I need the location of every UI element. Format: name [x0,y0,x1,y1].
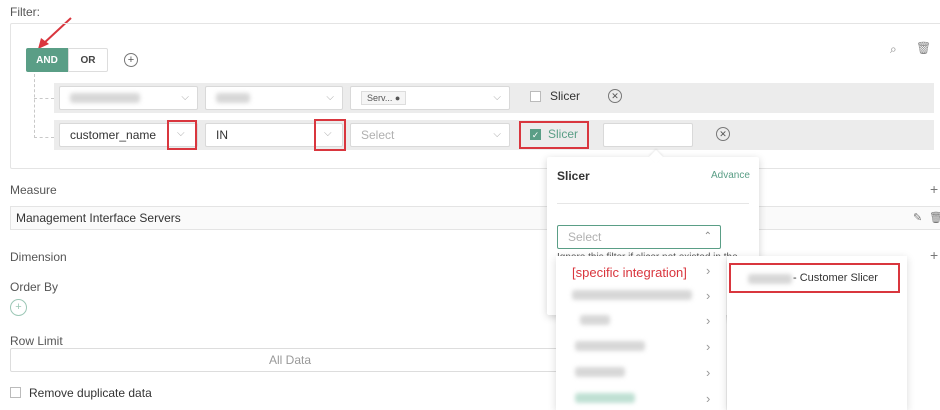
slicer-select-placeholder: Select [568,230,602,244]
add-dimension-icon[interactable]: + [930,247,938,263]
dropdown-item-label[interactable]: [specific integration] [572,265,687,280]
value-select[interactable]: Select ⌵ [350,123,510,147]
chevron-down-icon[interactable]: ⌵ [324,128,332,139]
chevron-right-icon: › [706,339,711,354]
row-limit-select[interactable]: All Data [10,348,570,372]
divider [557,203,749,204]
chevron-right-icon: › [706,391,711,406]
row-limit-label: Row Limit [10,334,63,348]
and-button[interactable]: AND [26,48,68,72]
chevron-down-icon: ⌵ [493,92,501,103]
chevron-right-icon: › [706,288,711,303]
delete-icon[interactable]: 🗑 [916,41,931,55]
add-measure-icon[interactable]: + [930,181,938,197]
measure-label: Measure [10,183,57,197]
chevron-down-icon[interactable]: ⌵ [177,128,185,139]
dropdown-item[interactable] [580,315,610,325]
operator-select[interactable]: ⌵ [205,86,343,110]
operator-value: IN [216,128,228,142]
blurred-value [216,93,250,103]
remove-duplicate-label: Remove duplicate data [29,386,152,400]
order-by-label: Order By [10,280,59,294]
add-order-icon[interactable]: + [10,299,27,316]
remove-condition-icon[interactable]: ✕ [608,89,622,103]
slicer-popover-title: Slicer [557,169,590,183]
advance-link[interactable]: Advance [711,170,750,181]
dropdown-item[interactable] [575,341,645,351]
submenu-item-label[interactable]: - Customer Slicer [793,272,878,284]
edit-icon[interactable]: ✎ [913,211,922,224]
filter-search-icon[interactable]: ⌕ [890,42,897,57]
slicer-select[interactable]: Select ⌃ [557,225,721,249]
value-placeholder: Select [361,128,395,142]
tree-line [34,137,54,138]
slicer-label: Slicer [550,89,581,103]
chevron-up-icon: ⌃ [703,231,712,242]
value-select[interactable]: Serv... ● ⌵ [350,86,510,110]
field-select[interactable]: ⌵ [59,86,198,110]
chevron-down-icon: ⌵ [493,129,501,140]
chevron-right-icon: › [706,263,711,278]
dimension-label: Dimension [10,250,67,264]
or-button[interactable]: OR [68,48,108,72]
slicer-label: Slicer [548,127,579,141]
chevron-down-icon: ⌵ [181,92,189,103]
slicer-input[interactable] [603,123,693,147]
chevron-right-icon: › [706,365,711,380]
tree-line [34,74,35,138]
add-condition-icon[interactable]: + [124,53,138,67]
measure-value: Management Interface Servers [16,211,181,225]
remove-duplicate-checkbox[interactable] [10,387,21,398]
dropdown-item[interactable] [575,393,635,403]
blurred-value [748,274,792,284]
delete-icon[interactable]: 🗑 [929,211,940,224]
blurred-value [70,93,140,103]
tree-line [34,98,54,99]
dropdown-item[interactable] [575,367,625,377]
value-tag: Serv... ● [361,91,407,105]
remove-condition-icon[interactable]: ✕ [716,127,730,141]
slicer-checkbox[interactable]: ✓ [530,129,541,140]
chevron-down-icon: ⌵ [326,92,334,103]
field-value: customer_name [70,128,157,142]
slicer-checkbox[interactable] [530,91,541,102]
row-limit-value: All Data [268,353,312,367]
chevron-right-icon: › [706,313,711,328]
dropdown-item[interactable] [572,290,692,300]
